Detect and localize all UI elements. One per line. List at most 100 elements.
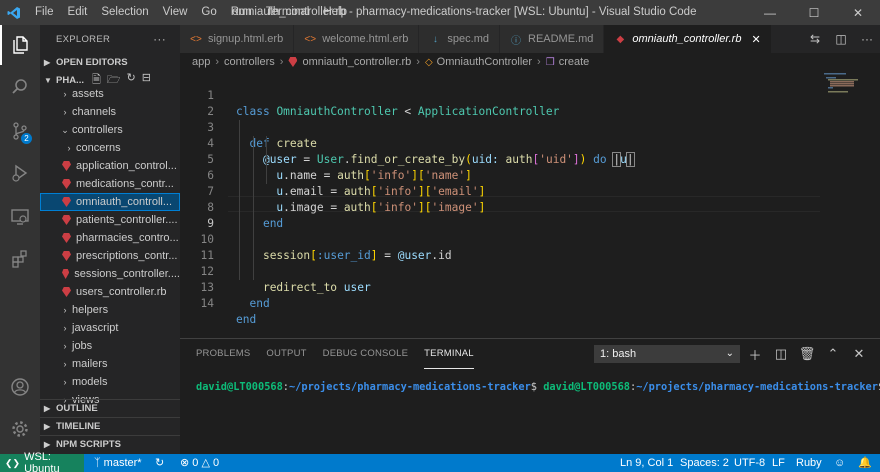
breadcrumb-item[interactable]: app: [192, 56, 210, 68]
folder-item[interactable]: › models: [40, 373, 180, 391]
remote-indicator[interactable]: ❮❯ WSL: Ubuntu: [0, 451, 84, 472]
chevron-right-icon: ›: [67, 143, 71, 153]
explorer-header: EXPLORER ···: [40, 25, 180, 53]
breadcrumb-item[interactable]: controllers: [224, 56, 275, 68]
tab-spec[interactable]: ↓ spec.md: [419, 25, 500, 53]
tab-welcome[interactable]: <> welcome.html.erb: [294, 25, 420, 53]
menu-selection[interactable]: Selection: [94, 0, 155, 25]
file-item[interactable]: sessions_controller....: [40, 265, 180, 283]
chevron-down-icon: ⌄: [725, 348, 734, 359]
menu-file[interactable]: File: [28, 0, 61, 25]
account-icon[interactable]: [0, 367, 40, 407]
search-icon[interactable]: [0, 67, 40, 107]
problems-indicator[interactable]: ⊗ 0 △ 0: [180, 454, 219, 472]
end-of-line[interactable]: LF: [772, 454, 785, 472]
panel-actions: ＋ ◫ 🗑 ⌃ ✕: [742, 339, 872, 369]
title-bar: File Edit Selection View Go Run Terminal…: [0, 0, 880, 25]
tree-item-label: controllers: [72, 124, 123, 136]
breadcrumb-item[interactable]: OmniauthController: [437, 56, 532, 68]
breadcrumb-item[interactable]: omniauth_controller.rb: [302, 56, 411, 68]
feedback-icon[interactable]: ☺: [834, 454, 845, 472]
language-mode[interactable]: Ruby: [796, 454, 822, 472]
line-number: 14: [200, 297, 214, 310]
terminal-shell-select[interactable]: 1: bash ⌄: [594, 345, 740, 363]
tab-omniauth-controller[interactable]: ◆ omniauth_controller.rb ✕: [604, 25, 772, 53]
folder-item[interactable]: › assets: [40, 85, 180, 103]
chevron-right-icon: ▶: [44, 404, 51, 413]
breadcrumb-item[interactable]: create: [559, 56, 590, 68]
file-item[interactable]: application_control...: [40, 157, 180, 175]
folder-item[interactable]: › helpers: [40, 301, 180, 319]
folder-item[interactable]: › channels: [40, 103, 180, 121]
branch-indicator[interactable]: ᛉ master*: [94, 454, 142, 472]
close-tab-icon[interactable]: ✕: [751, 33, 760, 46]
encoding[interactable]: UTF-8: [734, 454, 765, 472]
tab-debug-console[interactable]: DEBUG CONSOLE: [323, 339, 408, 369]
tab-readme[interactable]: ⓘ README.md: [500, 25, 605, 53]
chevron-right-icon: ›: [63, 305, 67, 315]
tree-item-label: jobs: [72, 340, 93, 352]
new-terminal-icon[interactable]: ＋: [742, 345, 768, 364]
compare-changes-icon[interactable]: ⇆: [802, 32, 828, 46]
terminal-output[interactable]: david@LT000568:~/projects/pharmacy-medic…: [196, 381, 880, 393]
tab-signup[interactable]: <> signup.html.erb: [180, 25, 295, 53]
folder-item[interactable]: › concerns: [40, 139, 180, 157]
split-editor-icon[interactable]: ◫: [828, 32, 854, 46]
folder-item[interactable]: ⌄ controllers: [40, 121, 180, 139]
chevron-right-icon: ▶: [44, 57, 51, 67]
remote-icon: ❮❯: [5, 457, 21, 468]
indent-guide: [266, 136, 267, 184]
minimap[interactable]: [820, 71, 880, 338]
extensions-icon[interactable]: [0, 239, 40, 279]
folder-item[interactable]: › javascript: [40, 319, 180, 337]
chevron-right-icon: ▶: [44, 422, 51, 431]
source-control-icon[interactable]: 2: [0, 111, 40, 151]
folder-item[interactable]: › jobs: [40, 337, 180, 355]
more-actions-icon[interactable]: ···: [854, 32, 880, 46]
folder-item[interactable]: › mailers: [40, 355, 180, 373]
remote-explorer-icon[interactable]: [0, 197, 40, 237]
menu-view[interactable]: View: [156, 0, 195, 25]
minimize-icon[interactable]: —: [748, 0, 792, 25]
timeline-section[interactable]: ▶ TIMELINE: [40, 417, 180, 435]
file-item[interactable]: prescriptions_contr...: [40, 247, 180, 265]
html-file-icon: <>: [304, 33, 317, 45]
menu-run[interactable]: Run: [224, 0, 259, 25]
outline-section[interactable]: ▶ OUTLINE: [40, 399, 180, 417]
more-actions-icon[interactable]: ···: [153, 32, 166, 46]
tree-item-label: sessions_controller....: [74, 268, 180, 280]
file-item[interactable]: pharmacies_contro...: [40, 229, 180, 247]
tab-output[interactable]: OUTPUT: [266, 339, 306, 369]
explorer-icon[interactable]: [0, 25, 40, 65]
tree-item-label: channels: [72, 106, 117, 118]
close-panel-icon[interactable]: ✕: [846, 346, 872, 362]
run-debug-icon[interactable]: [0, 153, 40, 193]
menu-terminal[interactable]: Terminal: [259, 0, 316, 25]
notifications-bell-icon[interactable]: 🔔: [858, 454, 872, 472]
file-item[interactable]: omniauth_controll...: [40, 193, 180, 211]
file-item[interactable]: medications_contr...: [40, 175, 180, 193]
chevron-up-icon[interactable]: ⌃: [820, 346, 846, 362]
file-item[interactable]: patients_controller....: [40, 211, 180, 229]
file-item[interactable]: users_controller.rb: [40, 283, 180, 301]
code-line-current: 9: [180, 200, 820, 230]
tab-problems[interactable]: PROBLEMS: [196, 339, 250, 369]
tab-label: spec.md: [447, 33, 489, 45]
code-editor[interactable]: 1 class OmniauthController < Application…: [180, 71, 880, 338]
ruby-file-icon: [62, 161, 71, 171]
menu-go[interactable]: Go: [194, 0, 223, 25]
open-editors-section[interactable]: ▶ OPEN EDITORS: [40, 53, 180, 71]
trash-icon[interactable]: 🗑: [794, 346, 820, 362]
cursor-position[interactable]: Ln 9, Col 1: [620, 454, 673, 472]
indentation[interactable]: Spaces: 2: [680, 454, 729, 472]
close-icon[interactable]: ✕: [836, 0, 880, 25]
menu-edit[interactable]: Edit: [61, 0, 95, 25]
split-terminal-icon[interactable]: ◫: [768, 346, 794, 362]
ruby-file-icon: [62, 251, 71, 261]
tab-terminal[interactable]: TERMINAL: [424, 339, 474, 369]
manage-gear-icon[interactable]: [0, 409, 40, 449]
chevron-right-icon: ›: [215, 56, 220, 68]
sync-icon[interactable]: ↻: [155, 454, 164, 472]
maximize-icon[interactable]: ☐: [792, 0, 836, 25]
menu-help[interactable]: Help: [316, 0, 354, 25]
